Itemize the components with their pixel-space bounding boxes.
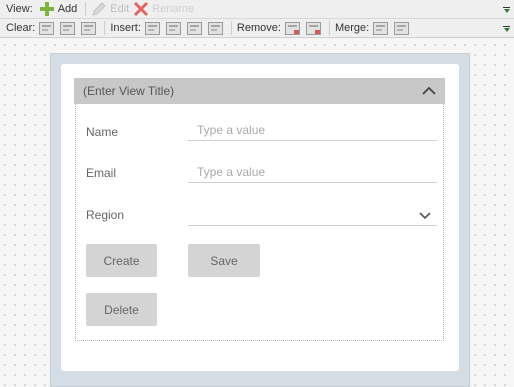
collapse-toolbar-icon[interactable]: [503, 23, 510, 35]
region-select[interactable]: [188, 204, 437, 226]
toolbar-divider: [328, 21, 330, 35]
split-cells-icon[interactable]: [394, 21, 410, 35]
remove-row-icon[interactable]: [305, 21, 321, 35]
clear-row-icon[interactable]: [60, 21, 76, 35]
merge-label: Merge:: [334, 22, 370, 34]
view-title-bar[interactable]: (Enter View Title): [74, 78, 445, 104]
add-view-label: Add: [57, 3, 78, 15]
view-toolbar: View: Add Edit Rename: [0, 0, 514, 19]
delete-button[interactable]: Delete: [86, 293, 157, 326]
insert-label: Insert:: [110, 22, 141, 34]
insert-row-below-icon[interactable]: [207, 21, 223, 35]
email-placeholder: Type a value: [197, 164, 266, 179]
pencil-icon: [92, 2, 106, 16]
delete-x-icon: [134, 1, 149, 17]
clear-cell-icon[interactable]: [39, 21, 55, 35]
toolbar-divider: [104, 21, 106, 35]
edit-view-label: Edit: [110, 3, 130, 15]
layout-toolbar: Clear: Insert: Remove: Merge:: [0, 19, 514, 38]
name-input[interactable]: Type a value: [188, 119, 437, 141]
view-title[interactable]: (Enter View Title): [83, 84, 174, 98]
toolbar-divider: [85, 2, 87, 16]
email-input[interactable]: Type a value: [188, 161, 437, 183]
clear-column-icon[interactable]: [81, 21, 97, 35]
edit-view-button[interactable]: Edit: [91, 1, 129, 17]
clear-label: Clear:: [6, 22, 36, 34]
insert-row-above-icon[interactable]: [186, 21, 202, 35]
view-label: View:: [6, 3, 33, 15]
save-button[interactable]: Save: [188, 244, 260, 277]
merge-cells-icon[interactable]: [373, 21, 389, 35]
add-view-button[interactable]: Add: [39, 1, 78, 17]
rename-view-label: Rename: [152, 3, 194, 15]
create-button[interactable]: Create: [86, 244, 157, 277]
insert-column-right-icon[interactable]: [165, 21, 181, 35]
region-label: Region: [86, 208, 125, 222]
name-placeholder: Type a value: [197, 122, 266, 137]
toolbar-divider: [230, 21, 232, 35]
remove-column-icon[interactable]: [284, 21, 300, 35]
collapse-toolbar-icon[interactable]: [503, 4, 510, 16]
insert-column-left-icon[interactable]: [144, 21, 160, 35]
chevron-down-icon[interactable]: [419, 209, 431, 221]
remove-label: Remove:: [236, 22, 281, 34]
chevron-up-icon[interactable]: [422, 84, 436, 98]
email-label: Email: [86, 166, 117, 180]
rename-view-button[interactable]: Rename: [133, 1, 194, 17]
plus-icon: [39, 2, 54, 16]
name-label: Name: [86, 125, 119, 139]
